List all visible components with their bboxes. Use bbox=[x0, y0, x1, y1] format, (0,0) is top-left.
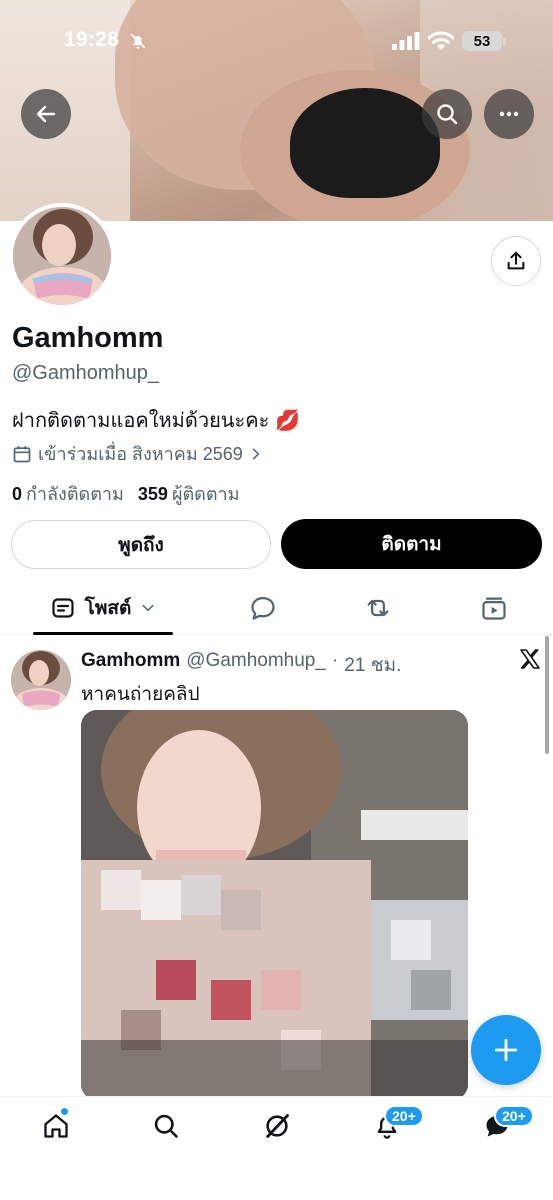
profile-avatar[interactable] bbox=[9, 203, 115, 309]
banner-garment bbox=[290, 88, 440, 198]
avatar-image bbox=[13, 207, 111, 305]
post-text: หาคนถ่ายคลิป bbox=[81, 684, 200, 705]
post-author-name[interactable]: Gamhomm bbox=[81, 650, 180, 680]
video-media-icon bbox=[482, 597, 506, 620]
share-icon bbox=[507, 251, 525, 270]
search-icon bbox=[154, 1114, 178, 1138]
repost-icon bbox=[367, 599, 389, 617]
tab-reposts[interactable] bbox=[353, 582, 403, 634]
profile-bio: ฝากติดตามแอคใหม่ด้วยนะคะ 💋 bbox=[12, 404, 300, 436]
chevron-right-icon bbox=[252, 448, 260, 459]
nav-grok[interactable] bbox=[262, 1111, 292, 1141]
notifications-badge: 20+ bbox=[384, 1105, 424, 1127]
wifi-icon bbox=[428, 31, 454, 50]
plus-icon bbox=[494, 1038, 518, 1062]
nav-search[interactable] bbox=[151, 1111, 181, 1141]
post-timestamp[interactable]: 21 ชม. bbox=[344, 650, 401, 680]
messages-badge: 20+ bbox=[494, 1105, 534, 1127]
profile-display-name: Gamhomm bbox=[12, 322, 164, 354]
grok-icon bbox=[266, 1114, 289, 1138]
follow-button[interactable]: ติดตาม bbox=[281, 519, 542, 569]
search-button[interactable] bbox=[422, 89, 472, 139]
joined-date[interactable]: เข้าร่วมเมื่อ สิงหาคม 2569 bbox=[12, 439, 263, 468]
arrow-left-icon bbox=[36, 105, 56, 123]
battery-indicator: 53 bbox=[462, 31, 506, 51]
reply-bubble-icon bbox=[251, 596, 275, 620]
scroll-indicator[interactable] bbox=[545, 636, 549, 754]
bio-emoji: 💋 bbox=[275, 409, 301, 432]
tab-media[interactable] bbox=[469, 582, 519, 634]
tab-posts[interactable]: โพสต์ bbox=[33, 582, 173, 635]
cellular-signal-icon bbox=[392, 32, 420, 50]
post-avatar-image bbox=[11, 650, 71, 710]
home-new-indicator bbox=[60, 1107, 69, 1116]
bottom-navigation: 20+ 20+ bbox=[0, 1096, 553, 1200]
posts-tab-icon bbox=[52, 598, 74, 618]
share-profile-button[interactable] bbox=[491, 236, 541, 286]
more-options-button[interactable] bbox=[484, 89, 534, 139]
followers-count: 359 bbox=[137, 484, 168, 504]
post-header: Gamhomm @Gamhomhup_ · 21 ชม. bbox=[81, 650, 401, 680]
post-photo bbox=[81, 710, 468, 1100]
followers-stat[interactable]: 359 ผู้ติดตาม bbox=[138, 479, 240, 508]
search-icon bbox=[437, 104, 458, 125]
status-bar: 19:28 53 bbox=[0, 22, 553, 62]
calendar-icon bbox=[13, 445, 31, 462]
tab-posts-label: โพสต์ bbox=[84, 598, 132, 619]
chevron-down-icon bbox=[142, 604, 154, 612]
post-separator: · bbox=[331, 650, 339, 671]
mention-button[interactable]: พูดถึง bbox=[11, 520, 271, 569]
tab-replies[interactable] bbox=[238, 582, 288, 634]
profile-handle: @Gamhomhup_ bbox=[12, 362, 160, 384]
post-author-handle[interactable]: @Gamhomhup_ bbox=[186, 650, 326, 680]
bell-muted-icon bbox=[130, 33, 146, 49]
home-icon bbox=[44, 1114, 68, 1138]
post-media-image[interactable] bbox=[81, 710, 468, 1100]
battery-level: 53 bbox=[473, 32, 491, 50]
followers-label: ผู้ติดตาม bbox=[171, 484, 240, 504]
following-label: กำลังติดตาม bbox=[26, 484, 124, 504]
compose-button[interactable] bbox=[471, 1015, 541, 1085]
bio-text: ฝากติดตามแอคใหม่ด้วยนะคะ bbox=[12, 410, 270, 432]
following-count: 0 bbox=[12, 484, 23, 504]
joined-text: เข้าร่วมเมื่อ สิงหาคม 2569 bbox=[38, 444, 243, 464]
more-horizontal-icon bbox=[499, 111, 519, 117]
following-stat[interactable]: 0 กำลังติดตาม bbox=[12, 479, 124, 508]
x-logo-icon[interactable] bbox=[518, 647, 542, 671]
profile-tabs: โพสต์ bbox=[0, 582, 553, 635]
follow-stats: 0 กำลังติดตาม 359 ผู้ติดตาม bbox=[12, 479, 240, 508]
status-time: 19:28 bbox=[64, 28, 120, 51]
post-author-avatar[interactable] bbox=[11, 650, 71, 710]
back-button[interactable] bbox=[21, 89, 71, 139]
